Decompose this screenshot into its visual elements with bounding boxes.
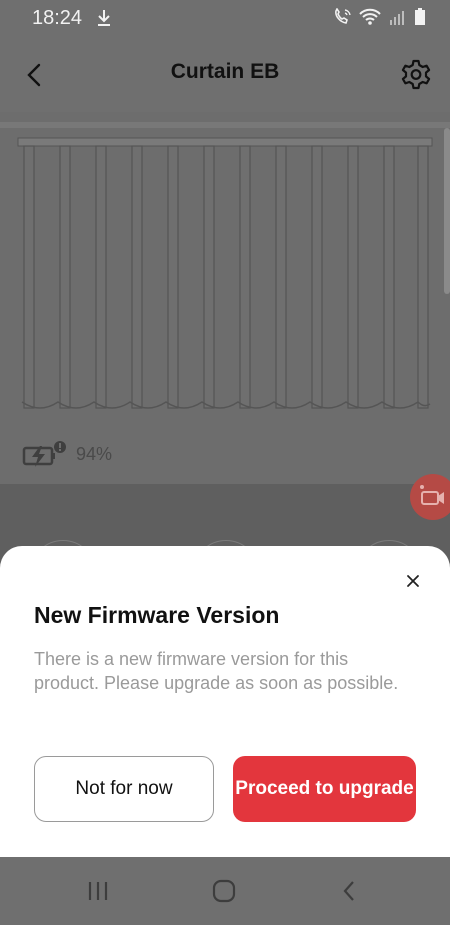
recent-apps-icon[interactable] xyxy=(84,879,112,903)
scrollbar[interactable] xyxy=(444,128,450,294)
dialog-message: There is a new firmware version for this… xyxy=(34,649,399,693)
home-icon[interactable] xyxy=(210,879,238,903)
page-title: Curtain EB xyxy=(170,60,280,83)
gear-icon[interactable] xyxy=(400,58,432,90)
system-nav-bar xyxy=(0,857,450,925)
wifi-calling-icon xyxy=(335,8,351,24)
battery-percent: 94% xyxy=(76,443,113,464)
dialog-title: New Firmware Version xyxy=(34,602,280,628)
firmware-dialog: New Firmware Version There is a new firm… xyxy=(0,546,450,857)
status-bar: 18:24 xyxy=(0,0,450,38)
video-record-icon xyxy=(420,485,444,505)
curtain-illustration xyxy=(0,122,450,409)
status-icons xyxy=(332,8,426,26)
signal-icon xyxy=(390,11,404,25)
download-icon xyxy=(98,10,110,26)
curtain-preview xyxy=(0,112,450,484)
status-time: 18:24 xyxy=(32,7,83,29)
battery-status: 94% xyxy=(22,440,112,468)
app-bar: Curtain EB xyxy=(0,38,450,112)
close-icon[interactable] xyxy=(402,570,424,592)
wifi-icon xyxy=(359,8,381,25)
record-button[interactable] xyxy=(410,474,450,520)
proceed-upgrade-button[interactable]: Proceed to upgrade xyxy=(233,756,416,822)
not-now-button[interactable]: Not for now xyxy=(34,756,214,822)
battery-charging-icon xyxy=(22,441,66,467)
battery-icon xyxy=(415,8,425,25)
back-icon[interactable] xyxy=(336,879,364,903)
